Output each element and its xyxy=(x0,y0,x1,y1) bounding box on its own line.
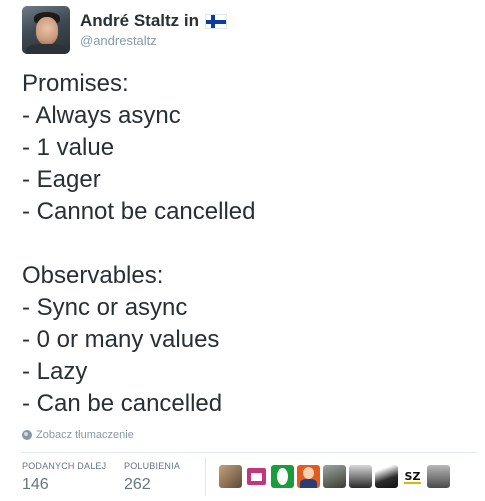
tweet-line: - 1 value xyxy=(22,134,115,161)
tweet-line: - Cannot be cancelled xyxy=(22,198,256,225)
favoriter-avatar[interactable] xyxy=(427,465,450,488)
globe-icon xyxy=(22,430,32,440)
favoriter-avatar[interactable] xyxy=(271,465,294,488)
tweet-line: - Can be cancelled xyxy=(22,390,223,417)
translate-link[interactable]: Zobacz tłumaczenie xyxy=(22,429,134,441)
tweet-line: - Sync or async xyxy=(22,294,188,321)
tweet-text: Promises: - Always async - 1 value - Eag… xyxy=(22,68,472,420)
author-name-row: André Staltz in xyxy=(80,11,228,31)
stats-divider xyxy=(22,452,477,453)
likes-label: POLUBIENIA xyxy=(124,461,181,471)
author-handle[interactable]: @andrestaltz xyxy=(80,33,157,48)
tweet-line: Observables: xyxy=(22,262,164,289)
avatar-face xyxy=(36,17,58,45)
stats-separator xyxy=(205,458,206,496)
likes-stat[interactable]: POLUBIENIA 262 xyxy=(124,461,180,494)
favoriter-avatar[interactable] xyxy=(323,465,346,488)
favoriter-avatar[interactable] xyxy=(375,465,398,488)
tweet-line: Promises: xyxy=(22,70,129,97)
favoriter-avatar[interactable] xyxy=(245,465,268,488)
favoriter-avatar[interactable] xyxy=(297,465,320,488)
favoriter-avatar[interactable]: SZ xyxy=(401,465,424,488)
favoriter-avatars: SZ xyxy=(219,465,453,488)
finland-flag-icon xyxy=(205,13,228,29)
tweet-line: - Eager xyxy=(22,166,101,193)
tweet-line: - Lazy xyxy=(22,358,88,385)
retweets-label: PODANYCH DALEJ xyxy=(22,461,107,471)
tweet-line: - Always async xyxy=(22,102,181,129)
avatar-shirt xyxy=(26,44,66,54)
tweet-header: André Staltz in @andrestaltz xyxy=(22,6,462,54)
author-avatar[interactable] xyxy=(22,6,70,54)
retweets-count: 146 xyxy=(22,476,49,493)
tweet-line: - 0 or many values xyxy=(22,326,220,353)
favoriter-avatar[interactable] xyxy=(219,465,242,488)
favoriter-avatar[interactable] xyxy=(349,465,372,488)
likes-count: 262 xyxy=(124,476,151,493)
author-display-name[interactable]: André Staltz in xyxy=(80,11,199,31)
translate-label: Zobacz tłumaczenie xyxy=(36,429,134,441)
retweets-stat[interactable]: PODANYCH DALEJ 146 xyxy=(22,461,106,494)
